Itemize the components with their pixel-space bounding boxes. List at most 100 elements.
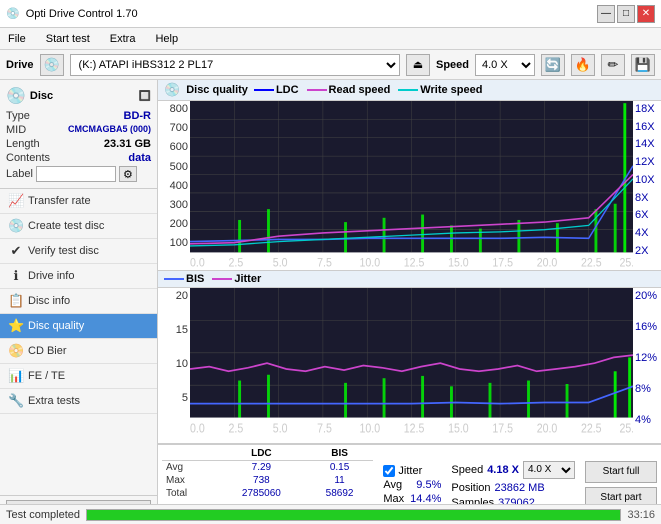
start-full-button[interactable]: Start full [585, 461, 657, 483]
sidebar-item-cd-bier[interactable]: 📀 CD Bier [0, 339, 157, 364]
sidebar-item-label-extra-tests: Extra tests [28, 395, 80, 407]
label-input[interactable] [36, 166, 116, 182]
maximize-button[interactable]: □ [617, 5, 635, 23]
sidebar-item-transfer-rate[interactable]: 📈 Transfer rate [0, 189, 157, 214]
disc-quality-icon: ⭐ [8, 318, 24, 334]
extra-tests-icon: 🔧 [8, 393, 24, 409]
legend-write-speed: Write speed [420, 84, 482, 96]
contents-value: data [128, 152, 151, 164]
erase-button[interactable]: ✏ [601, 54, 625, 76]
top-chart-svg: 0.0 2.5 5.0 7.5 10.0 12.5 15.0 17.5 20.0… [190, 101, 633, 269]
close-button[interactable]: ✕ [637, 5, 655, 23]
sidebar-item-verify-test-disc[interactable]: ✔ Verify test disc [0, 239, 157, 264]
app-title-area: 💿 Opti Drive Control 1.70 [6, 7, 138, 20]
sidebar-item-drive-info[interactable]: ℹ Drive info [0, 264, 157, 289]
svg-text:25.0: 25.0 [620, 421, 633, 435]
sidebar: 💿 Disc 🔲 Type BD-R MID CMCMAGBA5 (000) L… [0, 80, 158, 524]
menubar: File Start test Extra Help [0, 28, 661, 50]
drive-select[interactable]: (K:) ATAPI iHBS312 2 PL17 [70, 54, 400, 76]
sidebar-item-extra-tests[interactable]: 🔧 Extra tests [0, 389, 157, 414]
speed-label: Speed [436, 59, 469, 71]
sidebar-item-disc-quality[interactable]: ⭐ Disc quality [0, 314, 157, 339]
bottom-chart-svg-container: 0.0 2.5 5.0 7.5 10.0 12.5 15.0 17.5 20.0… [190, 288, 633, 438]
label-label: Label [6, 168, 33, 180]
progress-container [86, 509, 621, 521]
verify-test-disc-icon: ✔ [8, 243, 24, 259]
type-label: Type [6, 110, 30, 122]
save-button[interactable]: 💾 [631, 54, 655, 76]
sidebar-item-label-create-test-disc: Create test disc [28, 220, 104, 232]
svg-text:2.5: 2.5 [229, 421, 244, 435]
svg-text:15.0: 15.0 [448, 257, 469, 269]
main-layout: 💿 Disc 🔲 Type BD-R MID CMCMAGBA5 (000) L… [0, 80, 661, 524]
bottom-y-axis-right: 20% 16% 12% 8% 4% [633, 288, 661, 438]
speed-stat-label: Speed [451, 464, 483, 476]
svg-text:5.0: 5.0 [273, 421, 288, 435]
sidebar-item-label-fe-te: FE / TE [28, 370, 65, 382]
svg-text:12.5: 12.5 [404, 421, 425, 435]
length-label: Length [6, 138, 40, 150]
avg-ldc: 7.29 [217, 461, 306, 475]
total-ldc: 2785060 [217, 487, 306, 500]
menu-file[interactable]: File [4, 32, 30, 46]
disc-info-icon: 📋 [8, 293, 24, 309]
speed-select[interactable]: 4.0 X [475, 54, 535, 76]
top-y-axis-left: 800700600500400300200100 [158, 101, 190, 269]
position-label: Position [451, 482, 490, 494]
mid-label: MID [6, 124, 26, 136]
svg-text:22.5: 22.5 [581, 257, 602, 269]
sidebar-item-label-drive-info: Drive info [28, 270, 74, 282]
chart-area: 💿 Disc quality LDC Read speed Write spee… [158, 80, 661, 524]
sidebar-item-fe-te[interactable]: 📊 FE / TE [0, 364, 157, 389]
stats-col-empty [162, 447, 217, 461]
bottom-bar: Test completed 33:16 [0, 504, 661, 524]
legend-jitter: Jitter [234, 273, 261, 285]
app-title: Opti Drive Control 1.70 [26, 8, 138, 20]
app-icon: 💿 [6, 7, 20, 20]
drivebar: Drive 💿 (K:) ATAPI iHBS312 2 PL17 ⏏ Spee… [0, 50, 661, 80]
stats-row-total: Total 2785060 58692 [162, 487, 373, 500]
sidebar-item-disc-info[interactable]: 📋 Disc info [0, 289, 157, 314]
svg-text:17.5: 17.5 [492, 421, 513, 435]
cd-bier-icon: 📀 [8, 343, 24, 359]
chart2-title: BIS Jitter [158, 271, 661, 288]
jitter-avg-value: 9.5% [416, 479, 441, 491]
drive-label: Drive [6, 59, 34, 71]
sidebar-item-label-transfer-rate: Transfer rate [28, 195, 91, 207]
svg-text:10.0: 10.0 [359, 421, 380, 435]
svg-text:7.5: 7.5 [317, 257, 332, 269]
max-ldc: 738 [217, 474, 306, 487]
stats-row-avg: Avg 7.29 0.15 [162, 461, 373, 475]
jitter-checkbox[interactable] [383, 465, 395, 477]
svg-text:12.5: 12.5 [404, 257, 425, 269]
menu-help[interactable]: Help [151, 32, 182, 46]
drive-info-icon: ℹ [8, 268, 24, 284]
stats-col-ldc: LDC [217, 447, 306, 461]
menu-start-test[interactable]: Start test [42, 32, 94, 46]
svg-text:0.0: 0.0 [190, 257, 205, 269]
burn-button[interactable]: 🔥 [571, 54, 595, 76]
refresh-button[interactable]: 🔄 [541, 54, 565, 76]
position-value: 23862 MB [495, 482, 545, 494]
chart2-legend: BIS Jitter [164, 273, 261, 285]
menu-extra[interactable]: Extra [106, 32, 140, 46]
speed-stat-select[interactable]: 4.0 X [523, 461, 575, 479]
chart-title-icon: 💿 [164, 82, 180, 98]
minimize-button[interactable]: — [597, 5, 615, 23]
sidebar-item-create-test-disc[interactable]: 💿 Create test disc [0, 214, 157, 239]
sidebar-item-label-cd-bier: CD Bier [28, 345, 67, 357]
disc-panel-title: Disc [30, 90, 53, 102]
bottom-chart-wrapper: 2015105 [158, 288, 661, 438]
length-value: 23.31 GB [104, 138, 151, 150]
time-text: 33:16 [627, 509, 655, 521]
label-button[interactable]: ⚙ [119, 166, 137, 182]
chart-title: 💿 Disc quality LDC Read speed Write spee… [158, 80, 661, 101]
jitter-label: Jitter [398, 465, 422, 477]
legend-read-speed: Read speed [329, 84, 391, 96]
eject-button[interactable]: ⏏ [406, 54, 430, 76]
svg-text:5.0: 5.0 [273, 257, 288, 269]
disc-extra-icon: 🔲 [139, 91, 151, 102]
svg-text:22.5: 22.5 [581, 421, 602, 435]
svg-text:15.0: 15.0 [448, 421, 469, 435]
top-chart-panel: 💿 Disc quality LDC Read speed Write spee… [158, 80, 661, 271]
